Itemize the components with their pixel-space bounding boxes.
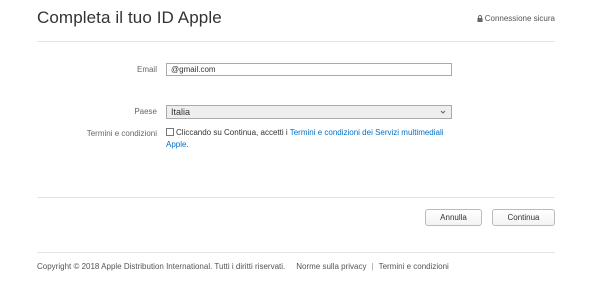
secure-connection: Connessione sicura xyxy=(477,14,555,23)
footer-terms-link[interactable]: Termini e condizioni xyxy=(379,262,449,271)
continue-button[interactable]: Continua xyxy=(492,209,555,226)
privacy-link[interactable]: Norme sulla privacy xyxy=(296,262,366,271)
actions-divider xyxy=(37,197,555,198)
footer: Copyright © 2018 Apple Distribution Inte… xyxy=(37,262,449,271)
terms-label: Termini e condizioni xyxy=(86,129,157,138)
lock-icon xyxy=(477,15,483,22)
country-label: Paese xyxy=(134,107,157,116)
cancel-button[interactable]: Annulla xyxy=(425,209,482,226)
terms-checkbox[interactable] xyxy=(166,128,174,136)
page: Completa il tuo ID Apple Connessione sic… xyxy=(0,0,610,304)
country-select-value: Italia xyxy=(171,106,191,117)
terms-text: Cliccando su Continua, accetti i xyxy=(176,128,290,137)
country-select[interactable]: Italia xyxy=(166,105,452,119)
email-label: Email xyxy=(136,65,157,74)
header-divider xyxy=(37,41,555,42)
email-field[interactable] xyxy=(166,63,452,76)
terms-agreement: Cliccando su Continua, accetti i Termini… xyxy=(166,127,456,151)
chevron-down-icon xyxy=(440,110,446,114)
footer-separator: | xyxy=(371,262,374,271)
terms-suffix: . xyxy=(186,140,189,149)
copyright-text: Copyright © 2018 Apple Distribution Inte… xyxy=(37,262,286,271)
footer-divider xyxy=(37,252,555,253)
secure-connection-label: Connessione sicura xyxy=(484,14,555,23)
page-title: Completa il tuo ID Apple xyxy=(37,8,222,27)
